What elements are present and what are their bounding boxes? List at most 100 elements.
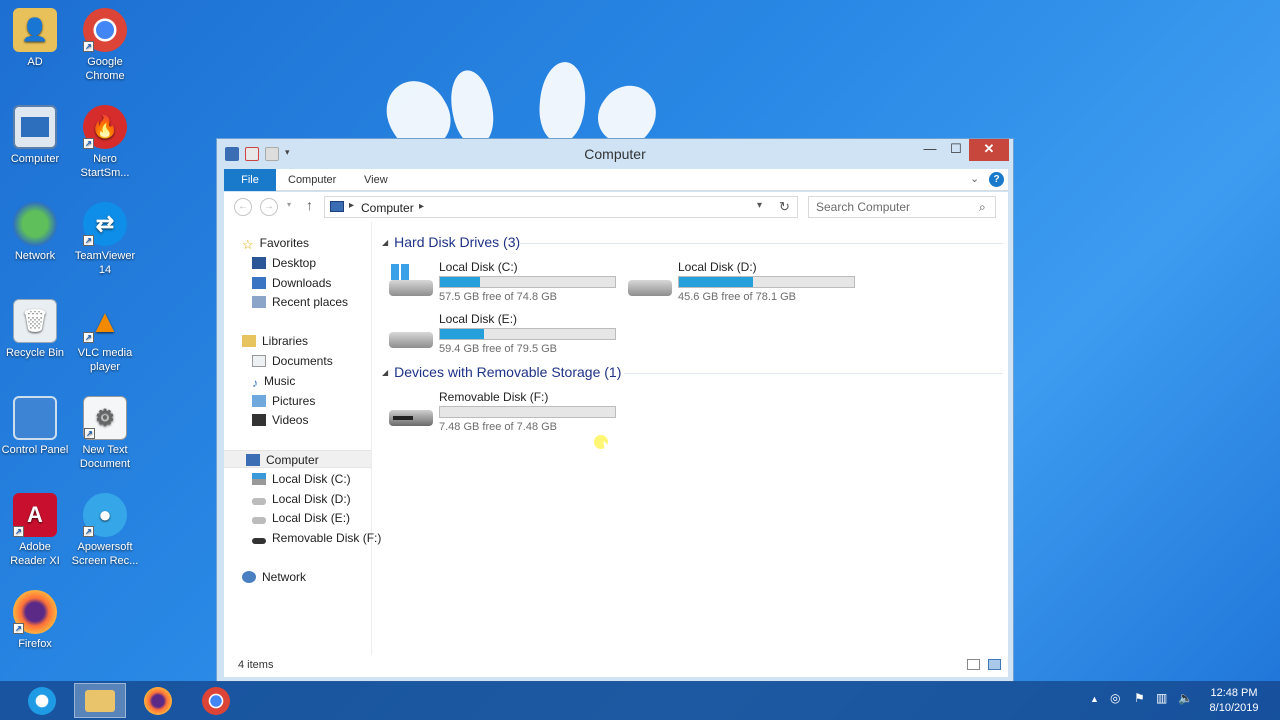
desktop-icon-nero[interactable]: 🔥 ↗ Nero StartSm... xyxy=(70,105,140,180)
nav-label: Videos xyxy=(272,413,309,427)
volume-icon[interactable]: 🔈 xyxy=(1178,691,1193,705)
group-header-hard-disk-drives[interactable]: ◢ Hard Disk Drives (3) xyxy=(382,234,520,250)
nav-local-disk-e[interactable]: Local Disk (E:) xyxy=(252,509,350,527)
nav-music[interactable]: ♪ Music xyxy=(252,372,295,390)
tab-file[interactable]: File xyxy=(224,169,276,191)
nav-recent-places[interactable]: Recent places xyxy=(252,293,348,311)
chrome-icon xyxy=(202,686,230,715)
drive-item[interactable]: Local Disk (C:) 57.5 GB free of 74.8 GB xyxy=(389,260,619,308)
nav-documents[interactable]: Documents xyxy=(252,352,333,370)
nav-libraries[interactable]: Libraries xyxy=(242,332,308,350)
item-count: 4 items xyxy=(238,659,274,671)
firefox-icon xyxy=(144,686,172,715)
desktop-icon-firefox[interactable]: ↗ Firefox xyxy=(0,590,70,651)
control-panel-icon xyxy=(13,396,57,440)
drive-icon xyxy=(628,272,672,296)
taskbar: ▲ ◎ ⚑ ▥ 🔈 12:48 PM 8/10/2019 xyxy=(0,681,1280,720)
drive-usage-bar xyxy=(439,276,616,288)
nav-local-disk-d[interactable]: Local Disk (D:) xyxy=(252,490,351,508)
nav-favorites[interactable]: ☆ Favorites xyxy=(242,234,309,252)
group-header-removable-storage[interactable]: ◢ Devices with Removable Storage (1) xyxy=(382,364,621,380)
drive-item[interactable]: Removable Disk (F:) 7.48 GB free of 7.48… xyxy=(389,390,619,438)
desktop-icon-label: Control Panel xyxy=(1,444,69,456)
desktop-icon-control-panel[interactable]: Control Panel xyxy=(0,396,70,457)
desktop-icon-chrome[interactable]: ↗ Google Chrome xyxy=(70,8,140,83)
action-center-flag-icon[interactable]: ⚑ xyxy=(1134,691,1145,705)
nav-removable-disk-f[interactable]: Removable Disk (F:) xyxy=(252,529,381,547)
taskbar-file-explorer[interactable] xyxy=(74,683,126,718)
help-icon[interactable]: ? xyxy=(989,172,1004,187)
tab-view[interactable]: View xyxy=(354,169,398,191)
removable-drive-icon xyxy=(252,538,266,544)
nav-desktop[interactable]: Desktop xyxy=(252,254,316,272)
forward-button[interactable]: → xyxy=(260,198,278,216)
desktop-icon-adobe-reader[interactable]: A ↗ Adobe Reader XI xyxy=(0,493,70,568)
videos-icon xyxy=(252,414,266,426)
nav-local-disk-c[interactable]: Local Disk (C:) xyxy=(252,470,351,488)
search-input[interactable] xyxy=(809,197,969,217)
search-icon[interactable]: ⌕ xyxy=(979,200,986,215)
tab-computer[interactable]: Computer xyxy=(278,169,346,191)
search-box[interactable]: ⌕ xyxy=(808,196,996,218)
maximize-button[interactable]: ☐ xyxy=(939,139,973,161)
chevron-right-icon[interactable]: ▸ xyxy=(349,200,354,211)
title-bar[interactable]: ▾ Computer — ☐ ✕ xyxy=(217,139,1013,169)
back-button[interactable]: ← xyxy=(234,198,252,216)
nav-network[interactable]: Network xyxy=(242,568,306,586)
nero-icon: 🔥 ↗ xyxy=(83,105,127,149)
recent-locations-icon[interactable]: ▾ xyxy=(287,200,291,209)
nav-label: Documents xyxy=(272,354,333,368)
desktop-icon-label: Recycle Bin xyxy=(5,347,65,359)
large-icons-view-icon[interactable] xyxy=(988,659,1001,670)
taskbar-chrome[interactable] xyxy=(190,683,242,718)
collapse-triangle-icon[interactable]: ◢ xyxy=(382,368,388,377)
drive-usage-fill xyxy=(679,277,753,287)
desktop-icon-computer[interactable]: Computer xyxy=(0,105,70,166)
nav-label: Local Disk (D:) xyxy=(272,492,351,506)
chrome-icon: ↗ xyxy=(83,8,127,52)
desktop-icon-ad[interactable]: 👤 AD xyxy=(0,8,70,69)
desktop-icon-label: Apowersoft Screen Rec... xyxy=(71,541,139,567)
pictures-icon xyxy=(252,395,266,407)
up-button[interactable]: ↑ xyxy=(306,197,313,213)
address-bar[interactable]: ▸ Computer ▸ ▾ ↻ xyxy=(324,196,798,218)
windows-drive-icon xyxy=(389,264,433,296)
desktop-icon-vlc[interactable]: ▲ ↗ VLC media player xyxy=(70,299,140,374)
network-status-icon[interactable]: ▥ xyxy=(1156,691,1167,705)
adobe-reader-icon: A ↗ xyxy=(13,493,57,537)
nav-label: Music xyxy=(264,374,296,388)
taskbar-firefox[interactable] xyxy=(132,683,184,718)
chevron-right-icon[interactable]: ▸ xyxy=(419,201,424,212)
drive-usage-bar xyxy=(439,328,616,340)
apowersoft-tray-icon[interactable]: ◎ xyxy=(1110,691,1120,705)
desktop-icon-network[interactable]: Network xyxy=(0,202,70,263)
nav-computer[interactable]: Computer xyxy=(224,450,371,468)
expand-ribbon-icon[interactable]: ⌄ xyxy=(970,172,979,185)
drive-item[interactable]: Local Disk (D:) 45.6 GB free of 78.1 GB xyxy=(628,260,858,308)
desktop-icon-apowersoft[interactable]: ● ↗ Apowersoft Screen Rec... xyxy=(70,493,140,568)
system-clock[interactable]: 12:48 PM 8/10/2019 xyxy=(1196,686,1272,716)
recycle-bin-icon: 🗑 xyxy=(13,299,57,343)
desktop-icon-recycle-bin[interactable]: 🗑 Recycle Bin xyxy=(0,299,70,360)
address-dropdown-icon[interactable]: ▾ xyxy=(757,200,762,211)
computer-icon xyxy=(246,454,260,466)
removable-drive-icon xyxy=(389,402,433,426)
nav-pictures[interactable]: Pictures xyxy=(252,392,315,410)
close-button[interactable]: ✕ xyxy=(969,139,1009,161)
collapse-triangle-icon[interactable]: ◢ xyxy=(382,238,388,247)
desktop-icon-teamviewer[interactable]: ⇄ ↗ TeamViewer 14 xyxy=(70,202,140,277)
drive-item[interactable]: Local Disk (E:) 59.4 GB free of 79.5 GB xyxy=(389,312,619,360)
wallpaper-petal xyxy=(536,60,589,144)
refresh-icon[interactable]: ↻ xyxy=(779,199,790,215)
nav-videos[interactable]: Videos xyxy=(252,411,308,429)
show-hidden-icons[interactable]: ▲ xyxy=(1090,694,1099,704)
libraries-icon xyxy=(242,335,256,347)
desktop-icon-new-text-document[interactable]: ⚙ ↗ New Text Document xyxy=(70,396,140,471)
star-icon: ☆ xyxy=(242,237,254,252)
nav-label: Network xyxy=(262,570,307,584)
details-view-icon[interactable] xyxy=(967,659,980,670)
nav-label: Removable Disk (F:) xyxy=(272,531,382,545)
taskbar-internet-explorer[interactable] xyxy=(16,683,68,718)
nav-downloads[interactable]: Downloads xyxy=(252,274,331,292)
breadcrumb-computer[interactable]: Computer xyxy=(361,201,414,215)
